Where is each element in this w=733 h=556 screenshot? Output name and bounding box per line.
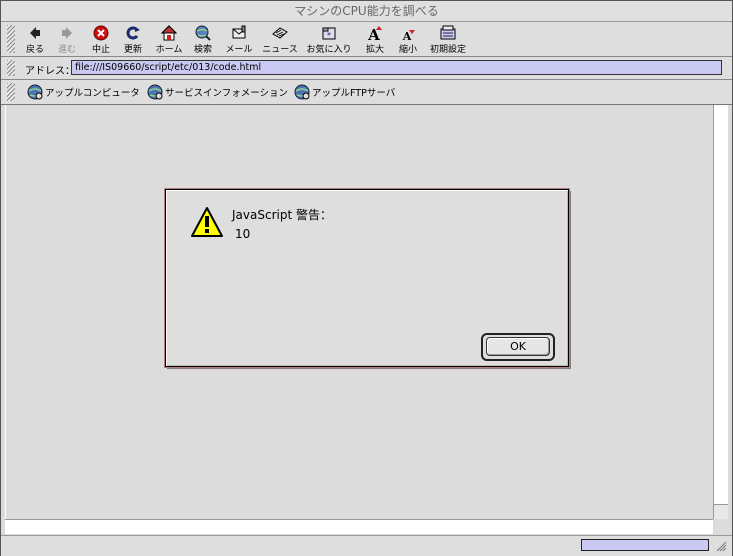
dialog-message: 10 xyxy=(235,227,251,241)
preferences-button[interactable]: 初期設定 xyxy=(429,25,467,55)
shrink-label: 縮小 xyxy=(398,45,417,55)
bookmarks-bar: アップルコンピュータ サービスインフォメーション アップルFTPサーバ xyxy=(1,80,732,105)
warning-icon xyxy=(191,207,223,237)
resize-grip-icon[interactable] xyxy=(714,537,728,553)
toolbar-grip[interactable] xyxy=(7,25,15,53)
news-icon xyxy=(272,27,288,39)
back-button[interactable]: 戻る xyxy=(23,25,47,55)
preferences-icon xyxy=(440,25,456,40)
scroll-corner xyxy=(714,504,728,519)
search-button[interactable]: 検索 xyxy=(191,25,215,55)
enlarge-label: 拡大 xyxy=(365,45,384,55)
vertical-scrollbar[interactable] xyxy=(713,105,728,519)
search-label: 検索 xyxy=(193,45,212,55)
reload-icon xyxy=(126,26,140,40)
address-label: アドレス： xyxy=(25,66,75,77)
address-grip[interactable] xyxy=(7,60,15,76)
address-input[interactable]: file:///IS09660/script/etc/013/code.html xyxy=(71,60,722,75)
home-icon xyxy=(161,25,177,41)
stop-button[interactable]: 中止 xyxy=(89,25,113,55)
forward-label: 進む xyxy=(57,45,76,55)
alert-dialog: JavaScript 警告： 10 OK xyxy=(164,188,570,368)
forward-arrow-icon xyxy=(62,27,72,39)
status-bar xyxy=(1,535,732,556)
back-arrow-icon xyxy=(30,27,40,39)
globe-bookmark-icon xyxy=(147,84,163,100)
text-enlarge-icon: A xyxy=(367,26,382,41)
text-shrink-icon: A xyxy=(402,30,415,41)
bookmark-item[interactable]: サービスインフォメーション xyxy=(147,84,288,100)
bookmark-label: サービスインフォメーション xyxy=(165,88,289,99)
favorites-icon: * xyxy=(322,27,336,40)
reload-button[interactable]: 更新 xyxy=(121,25,145,55)
favorites-button[interactable]: * お気に入り xyxy=(306,25,352,55)
svg-text:*: * xyxy=(327,31,331,40)
preferences-label: 初期設定 xyxy=(429,45,466,55)
globe-bookmark-icon xyxy=(294,84,310,100)
back-label: 戻る xyxy=(25,45,44,55)
mail-icon xyxy=(232,25,246,39)
reload-label: 更新 xyxy=(123,45,142,55)
stop-icon xyxy=(93,25,109,41)
ok-button[interactable]: OK xyxy=(486,337,550,356)
bookmark-item[interactable]: アップルFTPサーバ xyxy=(294,84,395,100)
mail-button[interactable]: メール xyxy=(223,25,255,55)
window-title: マシンのCPU能力を調べる xyxy=(1,1,732,22)
globe-bookmark-icon xyxy=(27,84,43,100)
shrink-button[interactable]: A 縮小 xyxy=(396,25,420,55)
mail-label: メール xyxy=(225,45,253,55)
horizontal-scrollbar[interactable] xyxy=(5,519,713,534)
toolbar: 戻る 進む 中止 更新 ホーム 検索 メール ニュース * お気に入り A 拡大… xyxy=(1,22,732,57)
address-bar: アドレス： file:///IS09660/script/etc/013/cod… xyxy=(1,57,732,80)
globe-search-icon xyxy=(195,25,211,41)
home-button[interactable]: ホーム xyxy=(153,25,185,55)
home-label: ホーム xyxy=(155,45,183,55)
bookmark-label: アップルコンピュータ xyxy=(45,88,140,99)
bookmarks-grip[interactable] xyxy=(7,83,15,101)
favorites-label: お気に入り xyxy=(306,45,352,55)
stop-label: 中止 xyxy=(91,45,110,55)
bookmark-item[interactable]: アップルコンピュータ xyxy=(27,84,140,100)
news-button[interactable]: ニュース xyxy=(261,25,299,55)
bookmark-label: アップルFTPサーバ xyxy=(312,88,396,99)
browser-window: マシンのCPU能力を調べる 戻る 進む 中止 更新 ホーム 検索 メール ニュー… xyxy=(0,0,733,556)
dialog-title: JavaScript 警告： xyxy=(232,208,332,222)
svg-text:A: A xyxy=(402,30,412,41)
news-label: ニュース xyxy=(262,45,298,55)
progress-bar xyxy=(581,539,709,551)
forward-button[interactable]: 進む xyxy=(55,25,79,55)
ok-button-ring: OK xyxy=(481,333,555,361)
enlarge-button[interactable]: A 拡大 xyxy=(363,25,387,55)
